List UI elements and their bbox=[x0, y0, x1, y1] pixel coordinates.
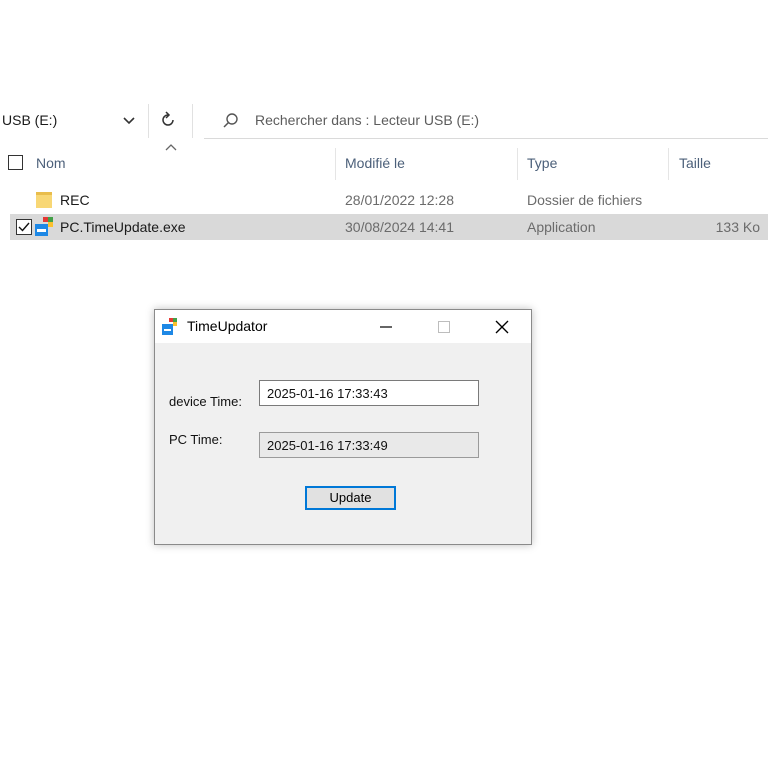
checkmark-icon bbox=[18, 222, 30, 232]
column-modified[interactable]: Modifié le bbox=[345, 155, 405, 171]
address-bar[interactable]: USB (E:) bbox=[0, 104, 148, 136]
file-name: REC bbox=[60, 192, 90, 208]
maximize-button[interactable] bbox=[421, 310, 467, 343]
close-icon bbox=[495, 320, 509, 333]
window-title: TimeUpdator bbox=[187, 318, 268, 334]
file-size: 133 Ko bbox=[715, 219, 760, 235]
divider bbox=[192, 104, 193, 138]
divider bbox=[148, 104, 149, 138]
minimize-button[interactable] bbox=[363, 310, 409, 343]
maximize-icon bbox=[438, 320, 450, 333]
file-row[interactable]: REC 28/01/2022 12:28 Dossier de fichiers bbox=[10, 187, 768, 213]
column-divider[interactable] bbox=[668, 148, 669, 180]
chevron-down-icon[interactable] bbox=[122, 113, 136, 127]
column-divider[interactable] bbox=[335, 148, 336, 180]
select-all-checkbox[interactable] bbox=[8, 155, 23, 170]
refresh-icon[interactable] bbox=[158, 110, 178, 130]
folder-icon bbox=[36, 192, 52, 208]
pc-time-label: PC Time: bbox=[169, 432, 223, 447]
row-checkbox-checked[interactable] bbox=[16, 219, 32, 235]
device-time-field[interactable]: 2025-01-16 17:33:43 bbox=[259, 380, 479, 406]
column-name[interactable]: Nom bbox=[36, 155, 66, 171]
search-box[interactable]: Rechercher dans : Lecteur USB (E:) bbox=[204, 104, 768, 139]
column-size[interactable]: Taille bbox=[679, 155, 711, 171]
file-modified: 28/01/2022 12:28 bbox=[345, 192, 454, 208]
column-divider[interactable] bbox=[517, 148, 518, 180]
file-modified: 30/08/2024 14:41 bbox=[345, 219, 454, 235]
device-time-label: device Time: bbox=[169, 394, 242, 409]
column-type[interactable]: Type bbox=[527, 155, 557, 171]
file-type: Application bbox=[527, 219, 596, 235]
app-icon bbox=[162, 318, 177, 335]
pc-time-field: 2025-01-16 17:33:49 bbox=[259, 432, 479, 458]
app-icon bbox=[35, 217, 53, 236]
file-row-selected[interactable]: PC.TimeUpdate.exe 30/08/2024 14:41 Appli… bbox=[10, 214, 768, 240]
search-input[interactable]: Rechercher dans : Lecteur USB (E:) bbox=[255, 112, 479, 128]
search-icon bbox=[223, 113, 238, 128]
minimize-icon bbox=[380, 325, 392, 328]
sort-caret-icon bbox=[165, 144, 177, 151]
file-type: Dossier de fichiers bbox=[527, 192, 643, 208]
file-name: PC.TimeUpdate.exe bbox=[60, 219, 186, 235]
timeupdator-dialog: TimeUpdator device Time: 2025-01-16 17:3… bbox=[154, 309, 532, 545]
update-button[interactable]: Update bbox=[305, 486, 396, 510]
column-header-row: Nom Modifié le Type Taille bbox=[0, 144, 768, 180]
title-bar[interactable]: TimeUpdator bbox=[155, 310, 531, 343]
address-text: USB (E:) bbox=[2, 112, 58, 128]
close-button[interactable] bbox=[479, 310, 525, 343]
